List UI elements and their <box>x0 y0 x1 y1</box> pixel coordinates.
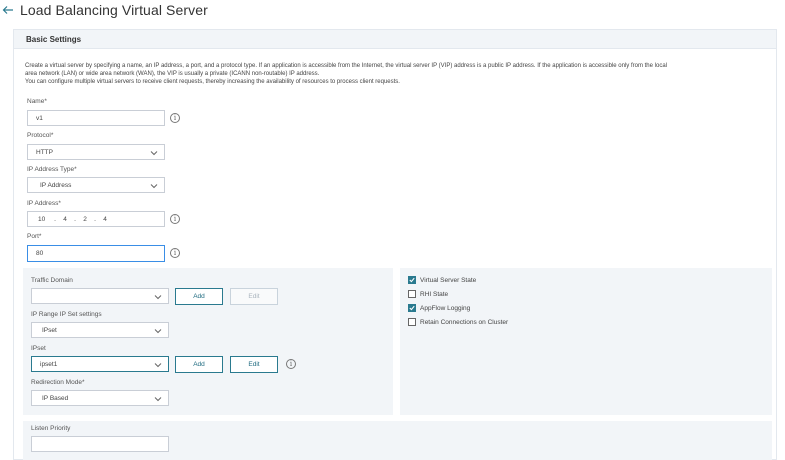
option-virtual-server-state[interactable]: Virtual Server State <box>408 276 476 284</box>
option-retain-connections[interactable]: Retain Connections on Cluster <box>408 318 508 326</box>
redirection-mode-select[interactable]: IP Based <box>31 390 169 406</box>
checkbox-unchecked-icon[interactable] <box>408 318 416 326</box>
ip-octet[interactable]: 4 <box>100 216 110 223</box>
option-rhi-state[interactable]: RHI State <box>408 290 448 298</box>
description-text: Create a virtual server by specifying a … <box>25 62 773 86</box>
options-box <box>400 268 772 415</box>
ip-address-type-value: IP Address <box>40 181 72 189</box>
port-value: 80 <box>36 250 44 257</box>
protocol-select[interactable]: HTTP <box>27 144 165 160</box>
name-input[interactable]: v1 <box>27 110 165 126</box>
ip-octet[interactable]: 10 <box>38 216 50 223</box>
chevron-down-icon <box>154 397 162 402</box>
traffic-domain-select[interactable] <box>31 288 169 304</box>
ip-dot: . <box>54 215 56 223</box>
checkbox-checked-icon[interactable] <box>408 276 416 284</box>
ip-dot: . <box>74 215 76 223</box>
panel-title: Basic Settings <box>26 34 82 44</box>
protocol-label: Protocol* <box>27 132 54 139</box>
port-label: Port* <box>27 233 42 240</box>
ipset-value: ipset1 <box>40 360 58 368</box>
ip-address-input[interactable]: 10 . 4 . 2 . 4 <box>27 211 165 227</box>
port-input[interactable]: 80 <box>27 245 165 262</box>
ipset-info-icon[interactable]: i <box>286 359 296 369</box>
ip-address-type-select[interactable]: IP Address <box>27 177 165 193</box>
panel-header: Basic Settings <box>14 30 776 49</box>
redirection-mode-value: IP Based <box>42 394 69 402</box>
ip-address-type-label: IP Address Type* <box>27 166 77 173</box>
ip-address-label: IP Address* <box>27 200 61 207</box>
chevron-down-icon <box>154 295 162 300</box>
back-arrow-icon[interactable] <box>2 3 16 17</box>
option-label: AppFlow Logging <box>420 304 471 312</box>
listen-priority-input[interactable] <box>31 436 169 452</box>
ipset-add-button[interactable]: Add <box>175 356 223 373</box>
description-line: Create a virtual server by specifying a … <box>25 63 667 69</box>
ipset-select[interactable]: ipset1 <box>31 356 169 372</box>
ipset-label: IPset <box>31 345 46 352</box>
traffic-domain-label: Traffic Domain <box>31 277 73 284</box>
option-label: Virtual Server State <box>420 276 477 284</box>
port-info-icon[interactable]: i <box>170 248 180 258</box>
name-info-icon[interactable]: i <box>170 113 180 123</box>
protocol-value: HTTP <box>36 148 53 156</box>
page-title: Load Balancing Virtual Server <box>20 2 208 18</box>
traffic-domain-add-button[interactable]: Add <box>175 288 223 305</box>
option-label: RHI State <box>420 290 449 298</box>
name-value: v1 <box>36 114 43 122</box>
redirection-mode-label: Redirection Mode* <box>31 379 85 386</box>
checkbox-checked-icon[interactable] <box>408 304 416 312</box>
description-line: You can configure multiple virtual serve… <box>25 79 400 85</box>
ip-octet[interactable]: 4 <box>60 216 70 223</box>
ip-dot: . <box>94 215 96 223</box>
ip-octet[interactable]: 2 <box>80 216 90 223</box>
option-label: Retain Connections on Cluster <box>420 318 509 326</box>
ip-address-info-icon[interactable]: i <box>170 214 180 224</box>
checkbox-unchecked-icon[interactable] <box>408 290 416 298</box>
chevron-down-icon <box>150 184 158 189</box>
chevron-down-icon <box>154 363 162 368</box>
name-label: Name* <box>27 98 47 105</box>
ip-range-ip-set-label: IP Range IP Set settings <box>31 311 102 318</box>
chevron-down-icon <box>154 329 162 334</box>
description-line: area network (LAN) or wide area network … <box>25 71 320 77</box>
option-appflow-logging[interactable]: AppFlow Logging <box>408 304 470 312</box>
chevron-down-icon <box>150 151 158 156</box>
ip-range-ip-set-value: IPset <box>42 326 57 334</box>
page-header: Load Balancing Virtual Server <box>0 0 208 20</box>
listen-priority-label: Listen Priority <box>31 425 71 432</box>
traffic-domain-edit-button[interactable]: Edit <box>230 288 278 305</box>
ipset-edit-button[interactable]: Edit <box>230 356 278 373</box>
ip-range-ip-set-select[interactable]: IPset <box>31 322 169 338</box>
